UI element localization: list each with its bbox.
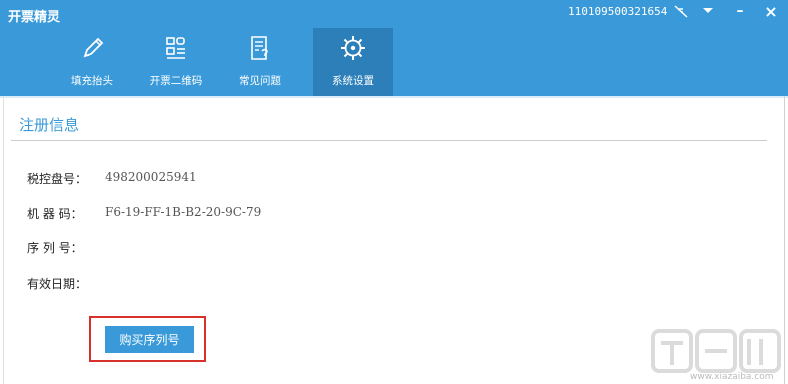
minimize-button[interactable]: – bbox=[729, 2, 751, 20]
signal-off-icon[interactable] bbox=[670, 2, 692, 20]
tab-label: 常见问题 bbox=[239, 75, 281, 87]
tab-label: 系统设置 bbox=[332, 75, 374, 87]
faq-icon bbox=[244, 34, 276, 62]
tab-qrcode[interactable]: 开票二维码 bbox=[136, 28, 216, 96]
close-button[interactable]: × bbox=[760, 2, 782, 21]
tax-disk-value: 498200025941 bbox=[105, 170, 197, 184]
section-divider bbox=[11, 140, 767, 141]
qrcode-icon bbox=[160, 34, 192, 62]
watermark-url: www.xiazaiba.com bbox=[690, 372, 774, 382]
chevron-down-icon[interactable] bbox=[697, 2, 719, 20]
watermark-logo bbox=[651, 325, 783, 373]
gear-icon bbox=[337, 34, 369, 62]
pencil-icon bbox=[76, 34, 108, 62]
title-bar: 开票精灵 110109500321654 – × 填充抬头 开票二维码 常见问题… bbox=[0, 0, 788, 96]
tab-label: 开票二维码 bbox=[149, 75, 203, 87]
expiry-label: 有效日期： bbox=[27, 277, 88, 291]
divider bbox=[0, 96, 788, 98]
section-title: 注册信息 bbox=[19, 116, 80, 134]
machine-code-label: 机 器 码： bbox=[27, 207, 83, 221]
tab-label: 填充抬头 bbox=[71, 75, 113, 87]
app-title: 开票精灵 bbox=[8, 10, 61, 25]
buy-serial-button[interactable]: 购买序列号 bbox=[105, 326, 194, 353]
serial-label: 序 列 号： bbox=[27, 241, 83, 255]
tab-faq[interactable]: 常见问题 bbox=[220, 28, 300, 96]
tax-disk-label: 税控盘号： bbox=[27, 172, 88, 186]
tab-fill-header[interactable]: 填充抬头 bbox=[52, 28, 132, 96]
tab-system-settings[interactable]: 系统设置 bbox=[313, 28, 393, 96]
divider bbox=[3, 96, 4, 384]
divider bbox=[784, 96, 785, 384]
device-id: 110109500321654 bbox=[568, 5, 668, 18]
machine-code-value: F6-19-FF-1B-B2-20-9C-79 bbox=[105, 205, 262, 219]
